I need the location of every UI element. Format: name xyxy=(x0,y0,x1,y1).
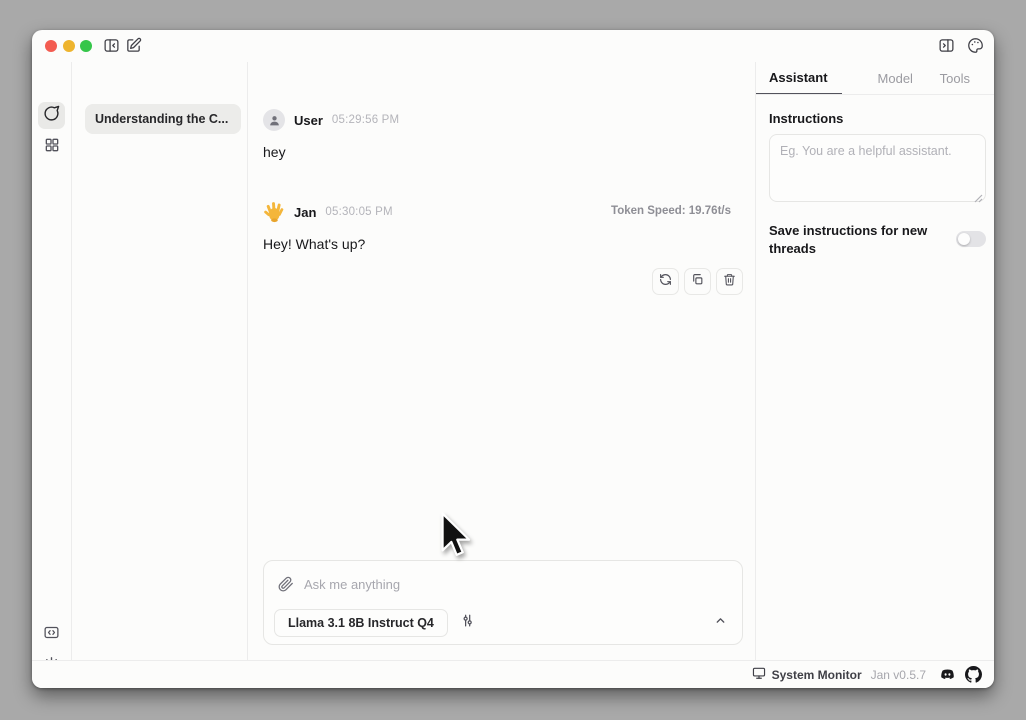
paperclip-icon[interactable] xyxy=(278,576,294,592)
theme-palette-icon[interactable] xyxy=(967,37,984,54)
regenerate-button[interactable] xyxy=(652,268,679,295)
close-window-button[interactable] xyxy=(45,40,57,52)
assistant-panel: Assistant Model Tools Instructions xyxy=(755,62,994,660)
model-selector-label: Llama 3.1 8B Instruct Q4 xyxy=(288,616,434,630)
tab-model[interactable]: Model xyxy=(868,62,923,94)
regenerate-icon xyxy=(659,273,672,291)
icon-rail xyxy=(32,62,72,660)
app-version: Jan v0.5.7 xyxy=(871,668,926,682)
panel-left-toggle-icon[interactable] xyxy=(103,37,120,54)
message-author: Jan xyxy=(294,205,316,220)
user-avatar-icon xyxy=(263,109,285,131)
desktop-background: Understanding the C... User 05:29:56 PM … xyxy=(0,0,1026,720)
chevron-up-icon xyxy=(714,614,727,632)
message-assistant: Jan 05:30:05 PM Token Speed: 19.76t/s He… xyxy=(263,201,743,252)
status-bar: System Monitor Jan v0.5.7 xyxy=(32,660,994,688)
sidebar-item-hub[interactable] xyxy=(38,134,65,161)
discord-icon[interactable] xyxy=(939,666,956,683)
instructions-textarea[interactable] xyxy=(769,134,986,202)
sliders-icon xyxy=(460,613,475,633)
sidebar-item-threads[interactable] xyxy=(38,102,65,129)
save-instructions-row: Save instructions for new threads xyxy=(769,222,986,258)
jan-app-window: Understanding the C... User 05:29:56 PM … xyxy=(32,30,994,688)
message-user: User 05:29:56 PM hey xyxy=(263,109,743,160)
monitor-icon xyxy=(752,666,766,683)
chat-message-input[interactable] xyxy=(304,577,730,592)
system-monitor-button[interactable]: System Monitor xyxy=(752,666,862,683)
message-author: User xyxy=(294,113,323,128)
titlebar xyxy=(32,30,994,62)
delete-icon xyxy=(723,273,736,291)
tab-label: Tools xyxy=(940,71,970,86)
collapse-input-button[interactable] xyxy=(710,613,730,633)
tab-assistant[interactable]: Assistant xyxy=(756,62,842,94)
delete-button[interactable] xyxy=(716,268,743,295)
copy-button[interactable] xyxy=(684,268,711,295)
thread-list-item[interactable]: Understanding the C... xyxy=(85,104,241,134)
model-selector-button[interactable]: Llama 3.1 8B Instruct Q4 xyxy=(274,609,448,637)
sidebar-item-local-api-server[interactable] xyxy=(38,621,65,648)
token-speed: Token Speed: 19.76t/s xyxy=(611,205,731,217)
tab-label: Model xyxy=(878,71,913,86)
save-instructions-toggle[interactable] xyxy=(956,231,986,247)
message-timestamp: 05:29:56 PM xyxy=(332,114,399,126)
save-instructions-label: Save instructions for new threads xyxy=(769,222,929,258)
message-text: hey xyxy=(263,144,743,160)
toggle-knob xyxy=(958,233,970,245)
panel-tabs: Assistant Model Tools xyxy=(756,62,994,95)
waving-hand-icon xyxy=(263,201,285,223)
chat-bubble-icon xyxy=(43,105,60,127)
instructions-label: Instructions xyxy=(769,111,843,126)
chat-input-container: Llama 3.1 8B Instruct Q4 xyxy=(263,560,743,645)
minimize-window-button[interactable] xyxy=(63,40,75,52)
tab-tools[interactable]: Tools xyxy=(930,62,980,94)
copy-icon xyxy=(691,273,704,291)
system-monitor-label: System Monitor xyxy=(772,668,862,682)
tab-label: Assistant xyxy=(769,70,828,85)
panel-right-toggle-icon[interactable] xyxy=(938,37,955,54)
github-icon[interactable] xyxy=(965,666,982,683)
message-timestamp: 05:30:05 PM xyxy=(325,206,392,218)
instructions-field-wrap xyxy=(769,134,986,202)
code-box-icon xyxy=(43,624,60,646)
zoom-window-button[interactable] xyxy=(80,40,92,52)
thread-title: Understanding the C... xyxy=(95,112,228,126)
thread-list: Understanding the C... xyxy=(73,62,247,660)
new-thread-icon[interactable] xyxy=(125,37,142,54)
chat-area: User 05:29:56 PM hey xyxy=(247,62,755,660)
message-text: Hey! What's up? xyxy=(263,236,743,252)
message-actions xyxy=(652,268,743,295)
grid-icon xyxy=(44,137,60,158)
model-settings-button[interactable] xyxy=(454,609,482,637)
